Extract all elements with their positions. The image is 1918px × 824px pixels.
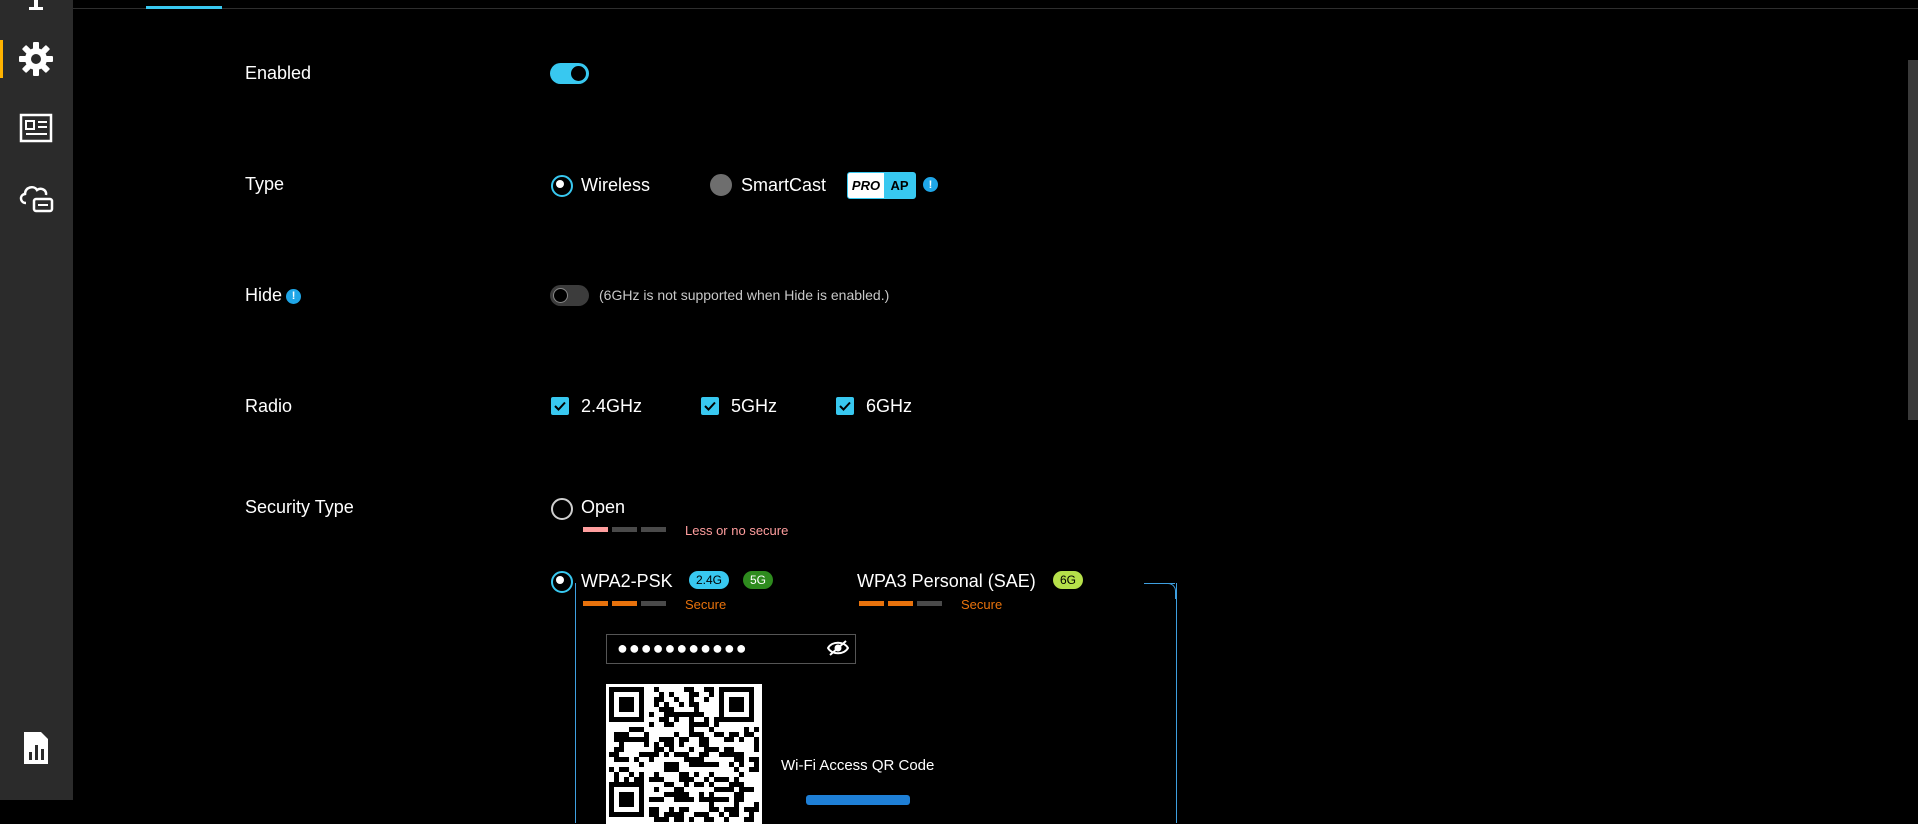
hide-toggle[interactable] (550, 285, 589, 306)
type-smartcast-label: SmartCast (741, 175, 827, 195)
security-open-radio[interactable] (551, 498, 573, 520)
qr-code-label: Wi-Fi Access QR Code (781, 757, 935, 774)
pro-badge-pro: PRO (848, 173, 884, 198)
active-tab-indicator (146, 6, 222, 9)
sidebar-active-indicator (0, 40, 3, 78)
pro-badge-ap: AP (890, 178, 909, 193)
enabled-toggle[interactable] (550, 63, 589, 84)
toggle-knob (553, 288, 568, 303)
open-strength-bar-3 (641, 527, 666, 532)
open-strength-text: Less or no secure (685, 523, 789, 538)
type-label: Type (245, 174, 285, 194)
report-chart-icon[interactable] (14, 726, 58, 770)
toggle-knob (571, 66, 586, 81)
news-icon[interactable] (14, 106, 58, 150)
gear-icon[interactable] (14, 37, 58, 81)
type-wireless-label: Wireless (581, 175, 651, 195)
hide-note: (6GHz is not supported when Hide is enab… (599, 287, 890, 303)
top-divider (73, 8, 1918, 9)
radio-label: Radio (245, 396, 293, 416)
security-open-label: Open (581, 497, 626, 517)
panel-corner (1160, 583, 1176, 599)
hide-info-icon[interactable]: ! (286, 288, 302, 304)
radio-5ghz-label: 5GHz (731, 396, 778, 416)
password-value: ●●●●●●●●●●● (617, 638, 748, 658)
radio-2.4ghz-checkbox[interactable] (551, 397, 569, 415)
sidebar (0, 0, 73, 800)
qr-download-button[interactable] (806, 795, 910, 805)
pro-ap-badge: PRO AP (847, 172, 916, 199)
hide-label-text: Hide (245, 285, 283, 305)
eye-off-icon[interactable] (826, 639, 850, 662)
wifi-qr-code (606, 684, 762, 824)
person-icon[interactable] (14, 0, 58, 26)
type-smartcast-radio[interactable] (710, 174, 732, 196)
radio-6ghz-checkbox[interactable] (836, 397, 854, 415)
open-strength-bar-2 (612, 527, 637, 532)
radio-2.4ghz-label: 2.4GHz (581, 396, 643, 416)
security-wpa2-radio[interactable] (551, 571, 573, 593)
hide-label: Hide! (245, 285, 302, 306)
radio-5ghz-checkbox[interactable] (701, 397, 719, 415)
scrollbar[interactable] (1908, 60, 1918, 420)
open-strength-bar-1 (583, 527, 608, 532)
security-type-label: Security Type (245, 497, 354, 517)
password-field[interactable]: ●●●●●●●●●●● (606, 634, 856, 664)
type-info-icon[interactable]: ! (923, 177, 938, 192)
type-wireless-radio[interactable] (551, 175, 573, 197)
cloud-sync-icon[interactable] (14, 176, 58, 220)
radio-6ghz-label: 6GHz (866, 396, 913, 416)
enabled-label: Enabled (245, 63, 312, 83)
